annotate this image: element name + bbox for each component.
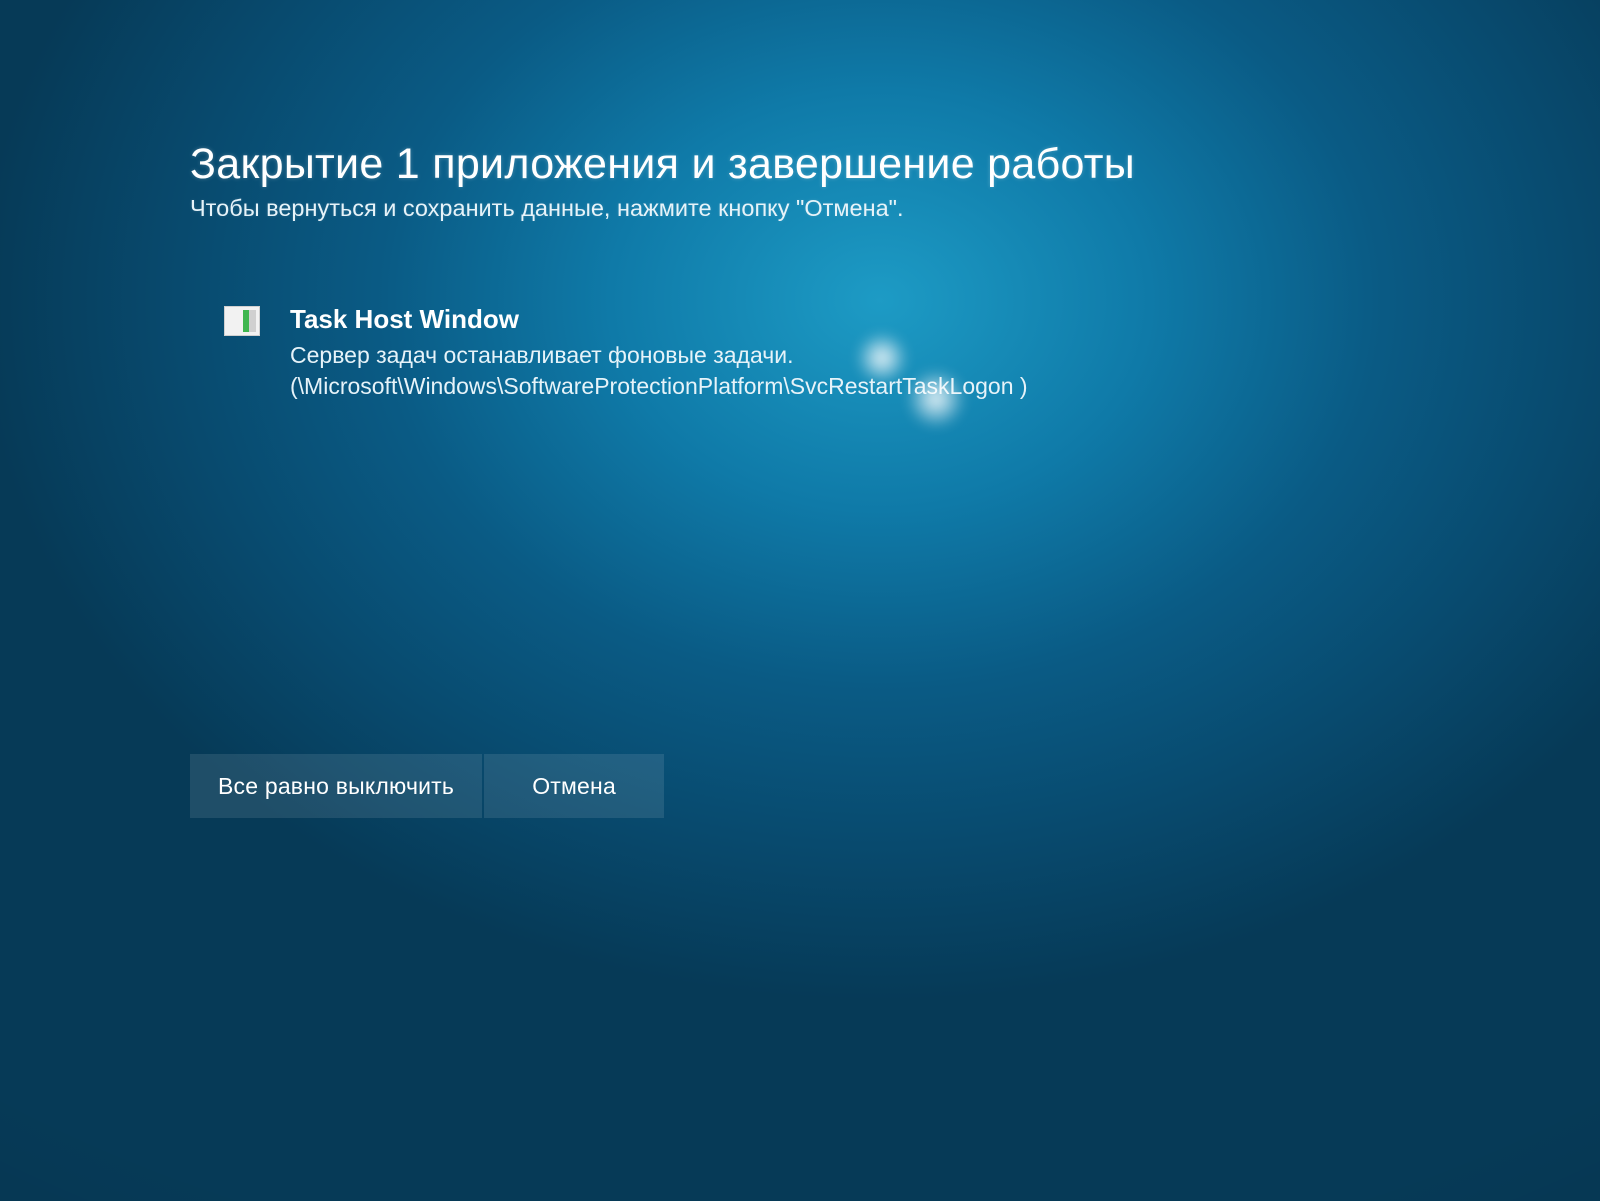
shutdown-anyway-button[interactable]: Все равно выключить: [190, 754, 482, 818]
action-button-row: Все равно выключить Отмена: [190, 754, 664, 818]
blocking-app-row: Task Host Window Сервер задач останавлив…: [190, 304, 1290, 403]
blocking-app-name: Task Host Window: [290, 304, 1170, 335]
page-title: Закрытие 1 приложения и завершение работ…: [190, 140, 1290, 189]
cancel-button[interactable]: Отмена: [484, 754, 664, 818]
page-subtitle: Чтобы вернуться и сохранить данные, нажм…: [190, 195, 1290, 222]
generic-app-icon: [224, 306, 260, 336]
blocking-app-text: Task Host Window Сервер задач останавлив…: [290, 304, 1170, 403]
blocking-app-detail: Сервер задач останавливает фоновые задач…: [290, 340, 1170, 403]
shutdown-dialog: Закрытие 1 приложения и завершение работ…: [190, 140, 1290, 403]
